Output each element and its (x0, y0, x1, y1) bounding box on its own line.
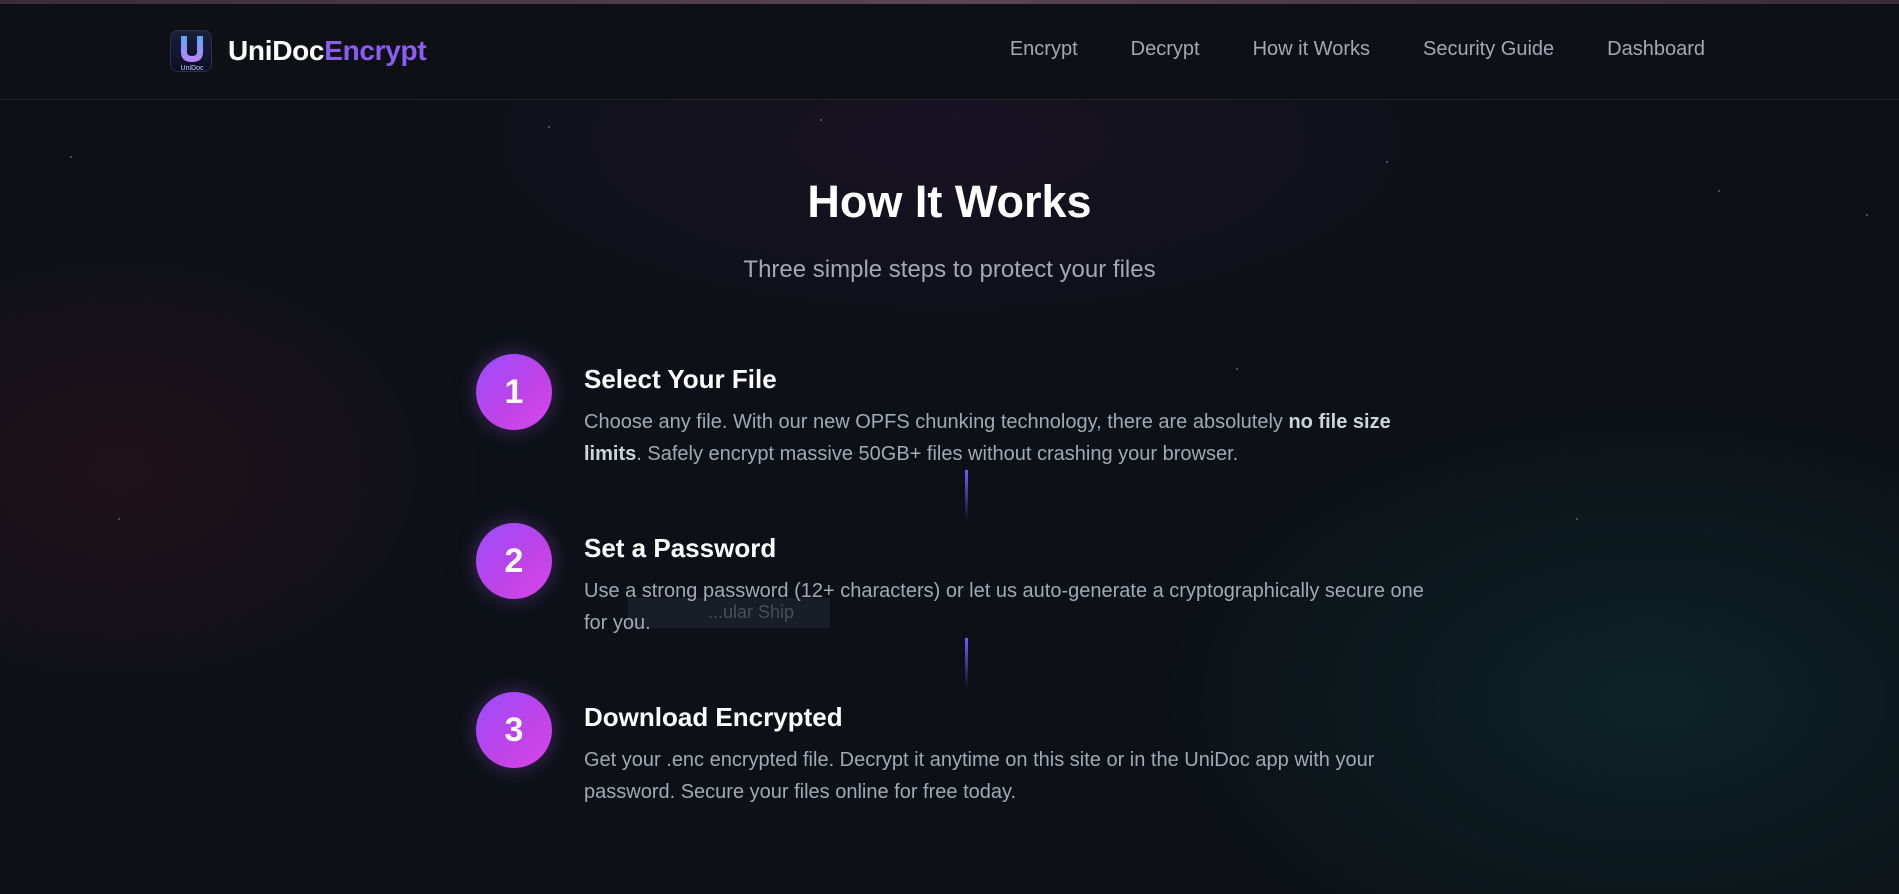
brand-name: UniDocEncrypt (228, 35, 427, 67)
step-number-badge: 2 (476, 523, 552, 599)
nav-encrypt[interactable]: Encrypt (1010, 38, 1078, 61)
step-number-badge: 3 (476, 692, 552, 768)
step-description: Use a strong password (12+ characters) o… (584, 580, 1424, 634)
step-title: Download Encrypted (584, 702, 843, 732)
step-2: 2 Set a Password Use a strong password (… (476, 523, 1436, 643)
logo-text: UniDoc (181, 65, 204, 72)
page-title: How It Works (807, 176, 1092, 227)
brand-name-part1: UniDoc (228, 35, 325, 66)
decor-star (1576, 518, 1578, 520)
decor-star (118, 518, 120, 520)
step-connector (965, 638, 968, 688)
step-connector (965, 470, 968, 520)
page-subtitle: Three simple steps to protect your files (743, 256, 1156, 283)
page: UniDoc UniDocEncrypt Encrypt Decrypt How… (0, 0, 1899, 894)
step-3: 3 Download Encrypted Get your .enc encry… (476, 692, 1436, 812)
decor-star (820, 119, 822, 121)
step-description: Choose any file. With our new OPFS chunk… (584, 406, 1434, 470)
nav-decrypt[interactable]: Decrypt (1131, 38, 1200, 61)
step-title: Select Your File (584, 364, 777, 394)
step-description: Get your .enc encrypted file. Decrypt it… (584, 749, 1375, 803)
step-title: Set a Password (584, 533, 777, 563)
step-description-text: Choose any file. With our new OPFS chunk… (584, 411, 1289, 433)
nav-how-it-works[interactable]: How it Works (1253, 38, 1370, 61)
step-description-text: . Safely encrypt massive 50GB+ files wit… (636, 443, 1239, 465)
top-navbar: UniDoc UniDocEncrypt Encrypt Decrypt How… (0, 4, 1899, 100)
step-1: 1 Select Your File Choose any file. With… (476, 354, 1436, 474)
brand-home-link[interactable]: UniDoc UniDocEncrypt (170, 29, 427, 73)
decor-star (1386, 161, 1388, 163)
step-number-badge: 1 (476, 354, 552, 430)
decor-star (70, 156, 72, 158)
nav-dashboard[interactable]: Dashboard (1607, 38, 1705, 61)
main-nav: Encrypt Decrypt How it Works Security Gu… (1010, 38, 1705, 61)
unidoc-logo-icon: UniDoc (170, 30, 212, 72)
decor-star (548, 126, 550, 128)
brand-name-part2: Encrypt (324, 35, 427, 66)
nav-security-guide[interactable]: Security Guide (1423, 38, 1554, 61)
